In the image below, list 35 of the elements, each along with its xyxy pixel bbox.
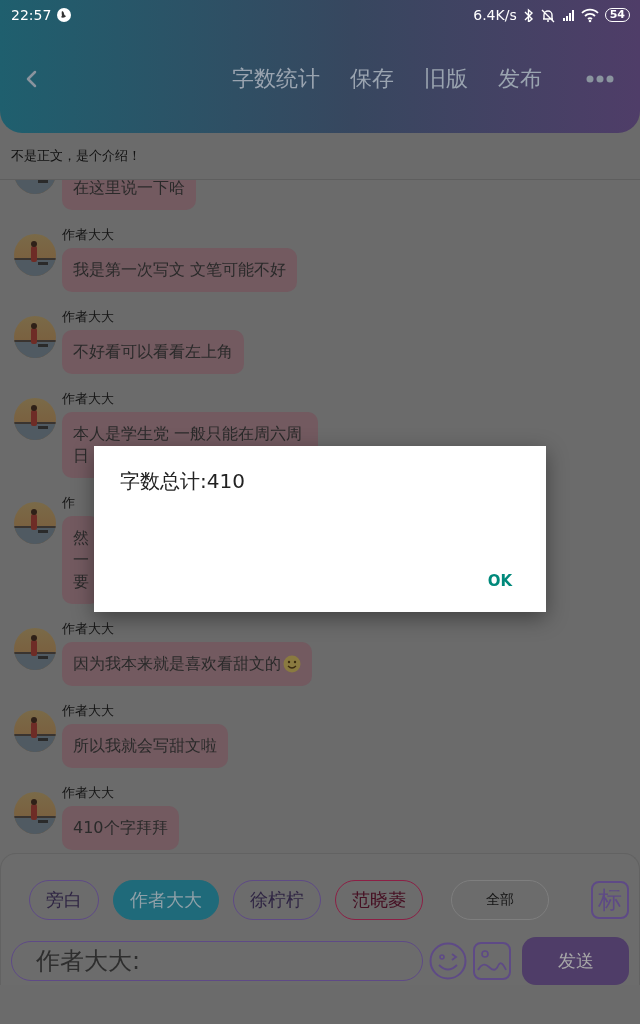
message-text: 所以我就会写甜文啦 [73, 735, 217, 757]
bell-off-icon [539, 7, 556, 23]
signal-icon [561, 9, 575, 21]
sender-name: 作者大大 [62, 702, 114, 720]
bluetooth-icon [522, 8, 534, 22]
message-input[interactable]: 作者大大: [11, 941, 424, 981]
dialog-message: 字数总计:410 [120, 468, 246, 495]
network-speed: 6.4K/s [473, 7, 517, 23]
header-action[interactable]: 保存 [350, 63, 394, 94]
message-text: 因为我本来就是喜欢看甜文的 [73, 653, 281, 675]
image-icon[interactable] [473, 942, 512, 980]
message-text: 不好看可以看看左上角 [73, 341, 233, 363]
sender-name: 作者大大 [62, 784, 114, 802]
message-text: 在这里说一下哈 [73, 180, 185, 199]
header-action[interactable]: 旧版 [424, 63, 468, 94]
header-action[interactable]: 字数统计 [232, 63, 320, 94]
back-icon[interactable] [24, 68, 38, 89]
clock-time: 22:57 [11, 7, 52, 23]
sender-name: 作者大大 [62, 226, 114, 244]
emoji-icon[interactable] [429, 942, 468, 980]
notification-icon [57, 8, 72, 22]
send-button[interactable]: 发送 [522, 937, 629, 985]
message-text: 410个字拜拜 [73, 817, 168, 839]
ok-button[interactable]: OK [477, 564, 522, 598]
sender-name: 作者大大 [62, 620, 114, 638]
sender-name: 作者大大 [62, 308, 114, 326]
role-chip[interactable]: 作者大大 [113, 880, 219, 920]
intro-text: 不是正文，是个介绍！ [11, 148, 141, 163]
wifi-icon [580, 7, 599, 23]
header-action[interactable]: 发布 [498, 63, 542, 94]
sender-name: 作者大大 [62, 390, 114, 408]
message-text: 我是第一次写文 文笔可能不好 [73, 259, 287, 281]
smiley-icon [283, 655, 301, 673]
sender-name: 作 [62, 494, 75, 512]
more-icon[interactable] [586, 74, 614, 83]
